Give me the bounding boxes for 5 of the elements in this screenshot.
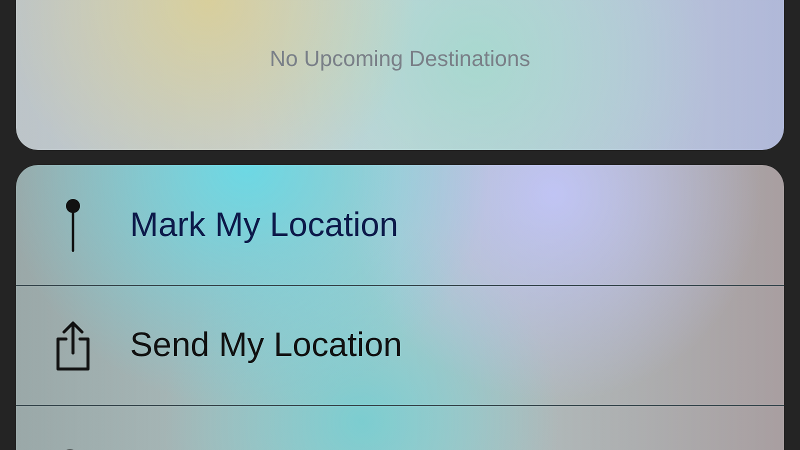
menu-action[interactable]: Mark My Location <box>16 165 784 285</box>
share-icon <box>54 320 92 370</box>
pin-icon <box>65 198 81 252</box>
empty-message: No Upcoming Destinations <box>270 45 530 73</box>
menu-action[interactable]: Send My Location <box>16 285 784 405</box>
